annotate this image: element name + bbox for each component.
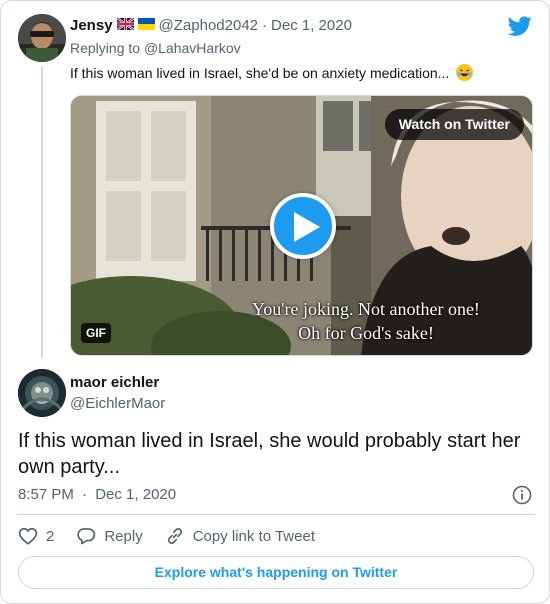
author-name[interactable]: Jensy [70,17,113,34]
watch-on-twitter-button[interactable]: Watch on Twitter [384,109,524,140]
gif-subtitle-line-2: Oh for God's sake! [298,323,434,343]
link-icon [167,528,182,544]
like-action[interactable]: 2 [18,526,54,546]
replying-to-line: Replying to @LahavHarkov [70,40,241,56]
like-count: 2 [46,527,55,545]
separator-dot: · [82,486,88,503]
reply-bubble-icon [77,528,96,545]
tweet-date[interactable]: Dec 1, 2020 [271,17,352,34]
uk-flag-icon [115,17,135,34]
divider [18,514,534,515]
reply-label: Reply [104,527,143,545]
tweet-timestamp[interactable]: 8:57 PM · Dec 1, 2020 [18,486,176,503]
tweet-actions-bar: 2 Reply Copy link to Tweet [18,525,337,547]
avatar-jensy[interactable] [18,14,66,62]
author-handle[interactable]: @EichlerMaor [70,395,165,412]
ukraine-flag-icon [137,17,155,34]
info-icon[interactable] [512,485,532,505]
tweet-embed-card: Jensy @Zaphod2042 · Dec 1, 2020 Replying… [0,0,550,604]
parent-tweet-header: Jensy @Zaphod2042 · Dec 1, 2020 [70,17,352,34]
copy-link-action[interactable]: Copy link to Tweet [165,526,315,546]
explore-twitter-button[interactable]: Explore what's happening on Twitter [18,556,534,589]
tweet-date: Dec 1, 2020 [95,486,177,503]
play-icon [294,212,320,242]
gif-subtitle-line-1: You're joking. Not another one! [252,299,480,319]
gif-badge: GIF [81,323,111,343]
laughing-emoji-icon [456,64,474,81]
twitter-logo-icon[interactable] [508,14,532,38]
author-name[interactable]: maor eichler [70,374,159,391]
replying-prefix: Replying to [70,40,144,56]
thread-connector-line [41,67,43,357]
author-handle[interactable]: @Zaphod2042 [159,17,258,34]
replying-to-mention[interactable]: @LahavHarkov [144,40,241,56]
gif-media-preview[interactable]: Watch on Twitter You're joking. Not anot… [70,95,533,356]
reply-action[interactable]: Reply [76,526,143,546]
avatar-maor-eichler[interactable] [18,369,66,417]
tweet-time: 8:57 PM [18,486,74,503]
main-tweet-text: If this woman lived in Israel, she would… [18,430,521,478]
separator-dot: · [262,17,268,34]
parent-tweet-text: If this woman lived in Israel, she'd be … [70,65,450,81]
copy-link-label: Copy link to Tweet [192,527,315,545]
parent-tweet-text-line: If this woman lived in Israel, she'd be … [70,64,474,81]
heart-icon [18,527,38,545]
play-button[interactable] [270,193,336,259]
